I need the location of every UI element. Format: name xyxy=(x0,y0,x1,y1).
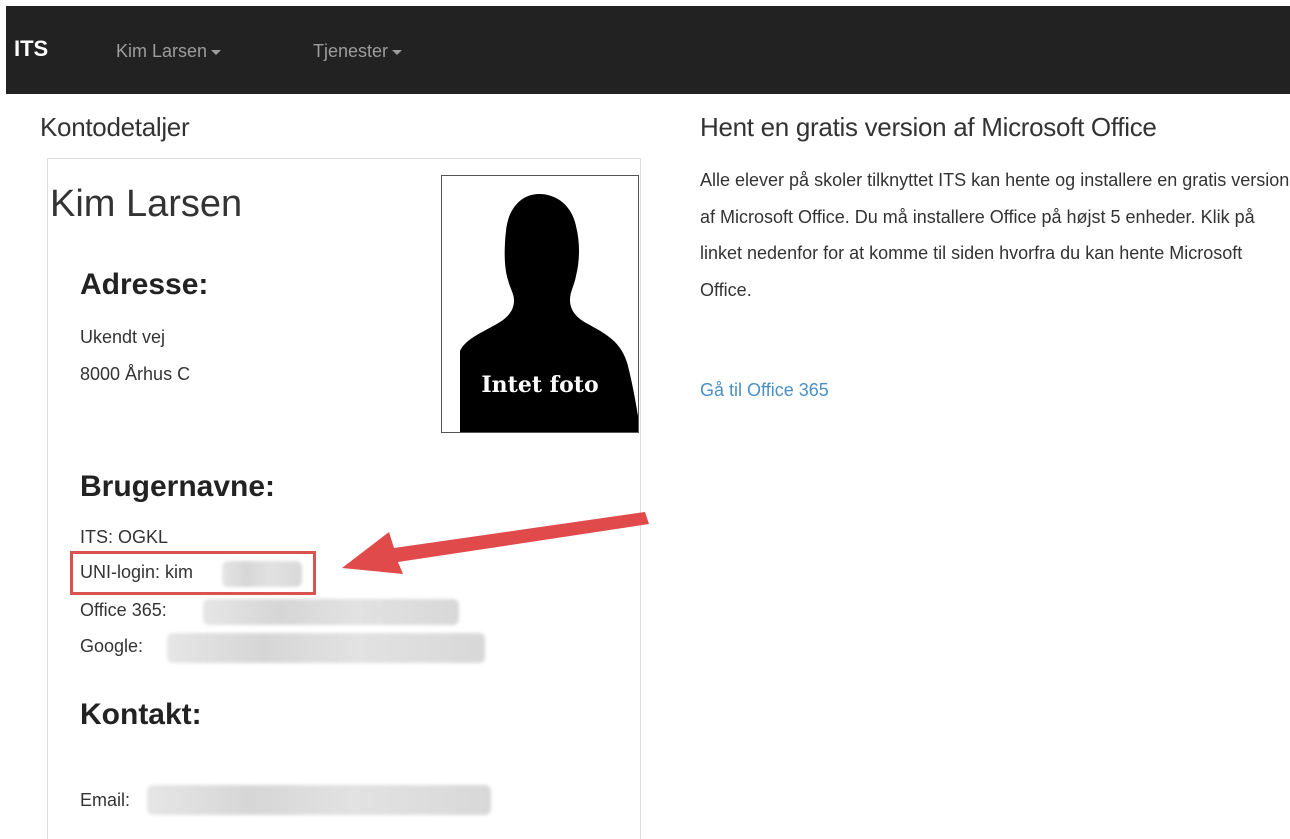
office365-username-label: Office 365: xyxy=(80,600,167,620)
nav-item-user-label: Kim Larsen xyxy=(116,41,208,61)
person-name: Kim Larsen xyxy=(50,183,243,225)
profile-photo: Intet foto xyxy=(441,175,639,433)
email-label: Email: xyxy=(80,790,131,810)
office-offer-title: Hent en gratis version af Microsoft Offi… xyxy=(700,112,1157,142)
nav-item-services-label: Tjenester xyxy=(313,41,389,61)
uni-login-highlight xyxy=(70,551,316,595)
address-line-1: Ukendt vej xyxy=(80,327,166,347)
office365-link[interactable]: Gå til Office 365 xyxy=(700,380,829,401)
arrow-icon xyxy=(342,512,649,574)
nav-item-user[interactable]: Kim Larsen xyxy=(116,41,222,62)
address-heading: Adresse: xyxy=(80,268,209,301)
redacted-office365 xyxy=(203,599,459,625)
usernames-heading: Brugernavne: xyxy=(80,470,276,503)
account-details-title: Kontodetaljer xyxy=(40,112,190,142)
office-offer-paragraph: Alle elever på skoler tilknyttet ITS kan… xyxy=(700,170,1290,300)
photo-caption: Intet foto xyxy=(481,372,599,398)
chevron-down-icon xyxy=(392,49,403,55)
navbar: ITS Kim Larsen Tjenester xyxy=(6,6,1290,94)
contact-heading: Kontakt: xyxy=(80,698,202,731)
office-offer-text: Alle elever på skoler tilknyttet ITS kan… xyxy=(700,162,1290,308)
chevron-down-icon xyxy=(211,49,222,55)
redacted-email xyxy=(147,785,491,815)
redacted-google xyxy=(167,633,485,663)
address-line-2: 8000 Århus C xyxy=(80,364,191,384)
navbar-brand[interactable]: ITS xyxy=(14,36,48,62)
nav-item-services[interactable]: Tjenester xyxy=(313,41,403,62)
its-username: ITS: OGKL xyxy=(80,527,169,547)
google-username-label: Google: xyxy=(80,636,144,656)
